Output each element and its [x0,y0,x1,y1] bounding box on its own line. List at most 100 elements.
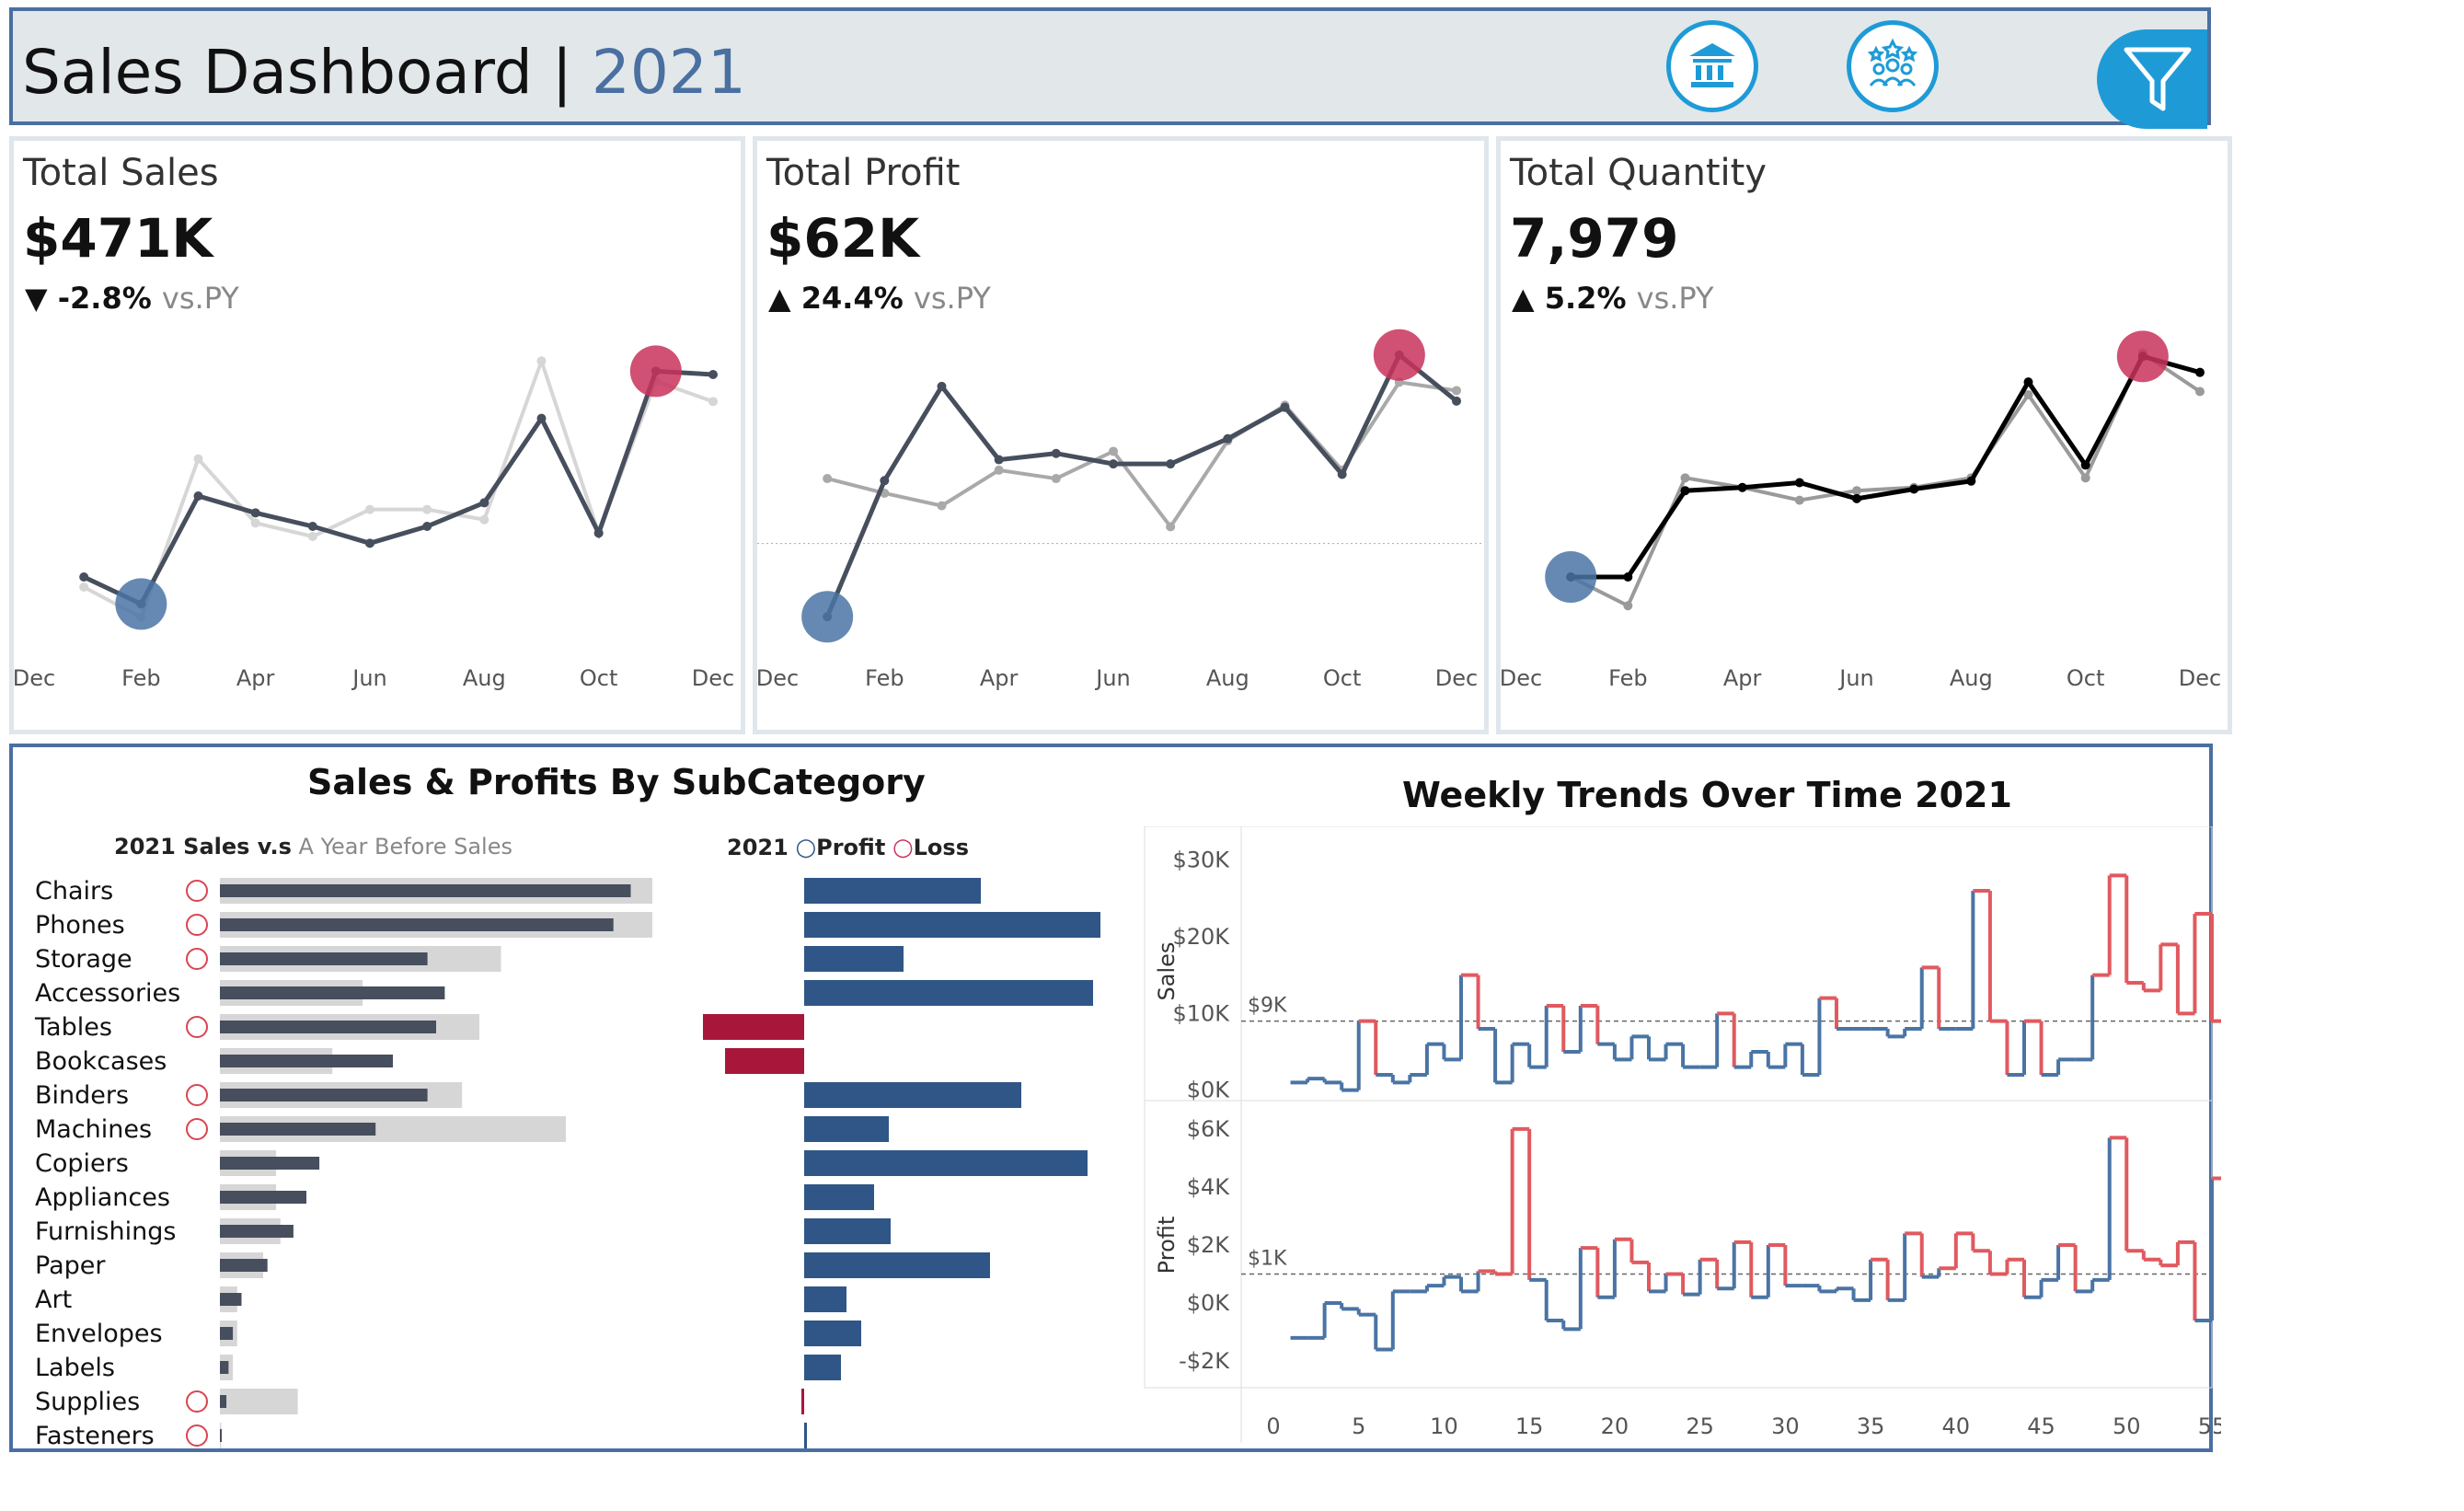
x-tick-label: Dec [14,665,55,691]
profit-bar [804,980,1093,1006]
profit-bar [804,1150,1088,1176]
x-tick-label: 35 [1857,1413,1885,1439]
x-tick-label: Apr [1723,665,1762,691]
current-year-series-point [1223,433,1233,444]
y-tick-label: $6K [1187,1116,1231,1142]
loss-bar [801,1389,804,1414]
y-axis-label: Profit [1154,1217,1180,1275]
profit-bar [804,1252,990,1278]
x-tick-label: Dec [1501,665,1542,691]
profit-bar [804,1286,846,1312]
x-tick-label: Oct [580,665,618,691]
legend-loss: Loss [913,835,969,860]
max-highlight-point [2116,330,2169,383]
current-sales-bar [220,1191,306,1204]
team-stars-icon[interactable] [1847,20,1939,112]
title-text: Sales Dashboard [22,37,533,108]
kpi-vs-label: vs.PY [161,281,239,316]
loss-marker-icon [186,1390,208,1413]
prior-year-series-point [1051,474,1061,484]
current-year-series-point [422,522,432,531]
category-label: Storage [35,945,132,974]
prior-year-series-point [422,504,432,514]
current-year-series-point [250,508,260,518]
category-label: Fasteners [35,1422,155,1450]
x-tick-label: Jun [351,665,387,691]
kpi-value: $471K [23,207,213,270]
category-label: Labels [35,1354,115,1382]
bottom-panel: Sales & Profits By SubCategory 2021 Sale… [9,744,2221,1452]
profit-bar [804,1355,841,1380]
title-year: 2021 [591,37,746,108]
profit-bar [804,1082,1021,1108]
y-tick-label: -$2K [1179,1348,1230,1374]
current-sales-bar [220,1123,376,1136]
category-label: Machines [35,1115,152,1144]
kpi-change: ▼ -2.8% vs.PY [25,281,239,316]
kpi-vs-label: vs.PY [1636,281,1714,316]
prior-year-series-point [1623,601,1633,611]
prior-year-series-point [708,397,718,407]
current-year-series-point [365,538,374,548]
category-label: Supplies [35,1388,140,1416]
x-tick-label: Feb [1608,665,1648,691]
prior-year-series-point [1680,473,1690,483]
y-axis-label: Sales [1154,942,1180,1001]
x-tick-label: Dec [1435,665,1478,691]
current-year-series-point [1909,484,1919,494]
category-label: Bookcases [35,1047,167,1076]
prior-year-series-point [994,465,1004,475]
x-tick-label: 20 [1601,1413,1629,1439]
x-tick-label: Dec [757,665,799,691]
current-sales-bar [220,986,445,999]
x-tick-label: Aug [1950,665,1993,691]
prior-year-series-line [83,355,714,620]
loss-marker-icon [186,1424,208,1447]
current-sales-bar [220,884,631,897]
subcategory-chart: Chairs Phones Storage Accessories Tables Book… [34,877,1100,1450]
x-tick-label: Dec [692,665,734,691]
current-year-series-point [1166,459,1176,469]
prior-year-series-line [826,380,1457,530]
up-arrow-icon: ▲ [1512,281,1535,316]
prior-year-sales-bar [220,1389,298,1414]
sales-trend-chart: Dec Feb Apr Jun Aug Oct Dec [14,345,734,691]
current-sales-bar [220,1361,229,1374]
x-tick-label: 5 [1352,1413,1365,1439]
current-sales-bar [220,1429,222,1442]
legend-year: 2021 [727,835,789,860]
profit-bar [804,878,981,904]
current-sales-bar [220,1327,234,1340]
y-tick-label: $10K [1172,1000,1230,1026]
loss-bar [703,1014,804,1040]
filter-button[interactable] [2097,29,2207,129]
current-sales-bar [220,1259,268,1272]
x-tick-label: 45 [2027,1413,2055,1439]
min-highlight-point [801,591,854,643]
subcategory-chart-title: Sales & Profits By SubCategory [307,762,926,802]
current-year-series-point [593,528,604,538]
current-year-series-point [937,381,947,391]
bank-icon[interactable] [1666,20,1758,112]
prior-year-series-point [1166,522,1176,532]
x-tick-label: Feb [121,665,161,691]
x-tick-label: Jun [1837,665,1874,691]
up-arrow-icon: ▲ [768,281,791,316]
current-year-series-point [1623,572,1633,582]
prior-year-series-point [536,356,547,366]
loss-bar [725,1048,804,1074]
quantity-trend-chart: Dec Feb Apr Jun Aug Oct Dec [1501,330,2221,691]
prior-year-series-point [1452,386,1461,396]
chart-frame [1144,826,2213,1389]
kpi-label: Total Sales [23,152,219,194]
x-tick-label: Oct [2067,665,2105,691]
prior-year-series-point [1794,495,1804,505]
prior-year-series-point [2195,386,2205,397]
kpi-card-profit: Total Profit $62K ▲ 24.4% vs.PY Dec Feb Ap… [753,136,1489,734]
y-tick-label: $2K [1187,1232,1231,1258]
y-tick-label: $0K [1187,1290,1231,1316]
category-label: Tables [34,1013,112,1042]
prior-year-series-point [1109,446,1118,456]
category-label: Art [35,1286,72,1314]
title-separator: | [532,37,592,108]
